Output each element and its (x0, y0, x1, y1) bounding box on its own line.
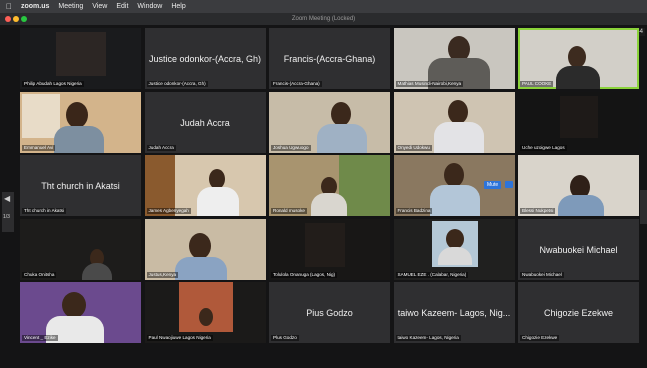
video-tile[interactable]: Justus,Kenya (144, 218, 266, 280)
participant-name: Blessi Nukpetsi (520, 208, 556, 214)
participant-name: Justus,Kenya (146, 271, 179, 278)
video-tile[interactable]: Chigozie Ezekwe Chigozie Ezekwe (518, 282, 639, 343)
video-tile[interactable]: Emmanuel Avi (20, 91, 141, 153)
video-tile[interactable]: Tolulola Onanuga (Lagos, Nig) (269, 218, 390, 280)
participant-name: Francis Badzina (395, 208, 433, 214)
video-tile[interactable]: Pius Godzo Plus Godzo (269, 282, 390, 343)
participant-name: PAUL COOKE (520, 81, 554, 87)
participant-display-name: Judah Accra (180, 117, 230, 128)
participant-name: Francis-(Accra-Ghana) (271, 81, 322, 87)
video-tile[interactable]: Onyedi Udokwu (393, 91, 515, 153)
video-tile[interactable]: Ronald musoke (269, 155, 390, 216)
video-tile[interactable]: Mathias Musindi-Nairobi,Kenya (393, 28, 515, 89)
participant-name: Judah Accra (146, 144, 176, 151)
video-tile[interactable]: Justice odonkor-(Accra, Gh) Justice odon… (144, 28, 266, 89)
participant-name: taiwo Kazeem- Lagos, Nigeria (395, 335, 461, 341)
menu-help[interactable]: Help (171, 0, 185, 13)
video-tile[interactable]: Joshua Ugwuogo (269, 91, 390, 153)
participant-name: Plus Godzo (271, 335, 299, 341)
participant-name: Tht church in Akatsi (22, 208, 67, 214)
participant-name: Paul Nwaojiuwe Lagos Nigeria (146, 335, 213, 341)
participant-name: Emmanuel Avi (22, 144, 56, 151)
menu-view[interactable]: View (92, 0, 107, 13)
apple-icon[interactable]:  (6, 0, 12, 13)
chevron-left-icon: ◀ (4, 194, 11, 203)
participant-name: Vincent _ Ezike (22, 335, 58, 341)
video-tile[interactable]: Uche uzoigwe Lagos (518, 91, 639, 153)
video-tile[interactable]: SAMUEL EZE . (Calabar, Nigeria) (393, 218, 515, 280)
video-tile[interactable]: taiwo Kazeem- Lagos, Nig... taiwo Kazeem… (393, 282, 515, 343)
video-tile[interactable]: Tht church in Akatsi Tht church in Akats… (20, 155, 141, 216)
participant-name: Ronald musoke (271, 208, 307, 214)
participant-name: Chigozie Ezekwe (520, 335, 560, 341)
menu-meeting[interactable]: Meeting (58, 0, 83, 13)
participant-name: Philip Abudah Lagos Nigeria (22, 81, 84, 87)
participant-name: Tolulola Onanuga (Lagos, Nig) (271, 271, 338, 278)
participant-display-name: Chigozie Ezekwe (543, 308, 614, 318)
video-tile-active-speaker[interactable]: PAUL COOKE (518, 28, 639, 89)
video-tile[interactable]: Vincent _ Ezike (20, 282, 141, 343)
participant-display-name: Francis-(Accra-Ghana) (283, 54, 376, 64)
menu-zoom[interactable]: zoom.us (21, 0, 49, 13)
more-options-icon[interactable] (505, 181, 513, 188)
participant-name: Chuka Onitsha (22, 271, 57, 278)
video-tile[interactable]: James Agbenyegah (144, 155, 266, 216)
participant-name: Justice odonkor-(Accra, Gh) (146, 81, 208, 87)
participant-display-name: Justice odonkor-(Accra, Gh) (148, 54, 262, 64)
menu-window[interactable]: Window (137, 0, 162, 13)
previous-page-button[interactable]: ◀ 1/3 (2, 192, 14, 232)
macos-menubar:  zoom.us Meeting View Edit Window Help (0, 0, 647, 13)
video-tile[interactable]: Francis-(Accra-Ghana) Francis-(Accra-Gha… (269, 28, 390, 89)
participant-name: Uche uzoigwe Lagos (520, 144, 567, 151)
participant-display-name: taiwo Kazeem- Lagos, Nig... (397, 308, 511, 318)
participant-name: Joshua Ugwuogo (271, 144, 311, 151)
gallery-grid: Philip Abudah Lagos Nigeria Justice odon… (20, 28, 639, 343)
window-title: Zoom Meeting (Locked) (291, 16, 356, 22)
page-indicator: 1/3 (3, 214, 10, 220)
video-tile[interactable]: Judah Accra Judah Accra (144, 91, 266, 153)
menu-edit[interactable]: Edit (116, 0, 128, 13)
video-tile[interactable]: Blessi Nukpetsi (518, 155, 639, 216)
participant-display-name: Nwabuokei Michael (539, 244, 618, 255)
participant-display-name: Pius Godzo (306, 308, 353, 318)
participant-name: SAMUEL EZE . (Calabar, Nigeria) (395, 271, 469, 278)
participant-name: Mathias Musindi-Nairobi,Kenya (395, 81, 464, 87)
participant-name: James Agbenyegah (146, 208, 191, 214)
mute-button[interactable]: Mute (484, 181, 502, 189)
video-tile[interactable]: Paul Nwaojiuwe Lagos Nigeria (144, 282, 266, 343)
window-titlebar: Zoom Meeting (Locked) (0, 13, 647, 25)
participant-name: Nwabuokei Michael (520, 271, 564, 278)
video-tile[interactable]: Nwabuokei Michael Nwabuokei Michael (518, 218, 639, 280)
video-tile[interactable]: Philip Abudah Lagos Nigeria (20, 28, 141, 89)
video-tile[interactable]: Chuka Onitsha (20, 218, 141, 280)
participant-display-name: Tht church in Akatsi (41, 181, 120, 191)
participant-name: Onyedi Udokwu (395, 144, 432, 151)
next-page-button[interactable] (640, 190, 647, 224)
